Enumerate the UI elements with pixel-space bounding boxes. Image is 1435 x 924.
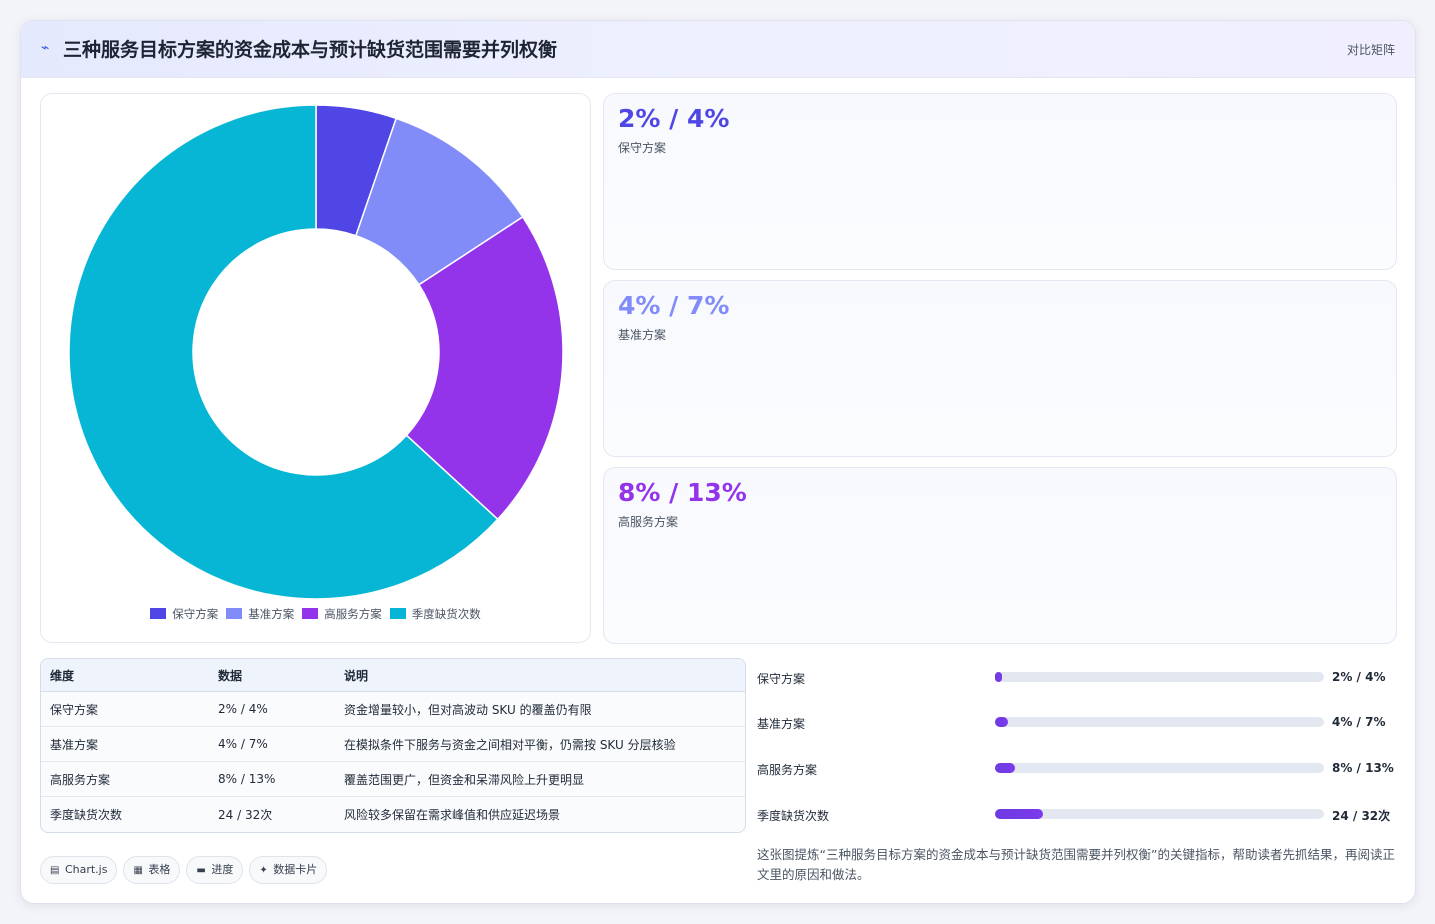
table-row: 保守方案 2% / 4% 资金增量较小，但对高波动 SKU 的覆盖仍有限 (41, 691, 745, 727)
donut-chart (68, 104, 564, 599)
table-cell: 4% / 7% (209, 726, 335, 762)
tag-label: 数据卡片 (273, 863, 318, 876)
table-cell: 覆盖范围更广，但资金和呆滞风险上升更明显 (335, 761, 745, 797)
legend-item[interactable]: 季度缺货次数 (389, 606, 481, 622)
column-header: 说明 (335, 659, 745, 692)
legend-swatch (226, 608, 243, 619)
table-cell: 24 / 32次 (218, 807, 273, 822)
chart-legend: 保守方案 基准方案 高服务方案 季度缺货次数 (41, 606, 590, 622)
stat-card-baseline: 4% / 7% 基准方案 (603, 280, 1397, 457)
table-icon: ▦ (133, 865, 143, 876)
stat-label: 高服务方案 (618, 515, 679, 529)
column-header: 数据 (209, 659, 335, 692)
progress-fill (995, 672, 1002, 682)
stat-value: 8% / 13% (618, 478, 747, 507)
stat-value: 4% / 7% (618, 291, 730, 320)
table-header-row: 维度 数据 说明 (41, 659, 745, 692)
legend-item[interactable]: 高服务方案 (302, 606, 382, 622)
progress-label: 基准方案 (757, 717, 806, 731)
table-cell: 高服务方案 (41, 761, 209, 797)
tag-data-cards[interactable]: ✦ 数据卡片 (249, 856, 328, 884)
progress-row-high-service: 高服务方案 8% / 13% (757, 758, 1397, 778)
table-cell: 8% / 13% (209, 761, 335, 797)
tag-chartjs[interactable]: ▤ Chart.js (40, 856, 118, 884)
progress-label: 季度缺货次数 (757, 809, 830, 823)
progress-fill (995, 763, 1015, 773)
tag-table[interactable]: ▦ 表格 (123, 856, 181, 884)
stat-card-conservative: 2% / 4% 保守方案 (603, 93, 1397, 270)
view-badge[interactable]: 对比矩阵 (1347, 41, 1395, 58)
progress-value: 8% / 13% (1332, 761, 1394, 775)
progress-value: 2% / 4% (1332, 670, 1386, 684)
table-cell: 保守方案 (41, 691, 209, 727)
progress-value: 24 / 32次 (1332, 809, 1391, 823)
column-header: 维度 (41, 659, 209, 692)
legend-label: 高服务方案 (324, 607, 382, 621)
progress-fill (995, 717, 1009, 727)
progress-row-conservative: 保守方案 2% / 4% (757, 667, 1397, 687)
progress-track (995, 809, 1324, 819)
table-cell: 在模拟条件下服务与资金之间相对平衡，仍需按 SKU 分层核验 (335, 726, 745, 762)
table-cell: 基准方案 (41, 726, 209, 762)
header-bar: ⌁ 三种服务目标方案的资金成本与预计缺货范围需要并列权衡 对比矩阵 (21, 21, 1415, 78)
progress-track (995, 672, 1324, 682)
legend-label: 保守方案 (172, 607, 219, 621)
legend-label: 基准方案 (248, 607, 295, 621)
stat-value: 2% / 4% (618, 104, 730, 133)
progress-track (995, 717, 1324, 727)
progress-row-baseline: 基准方案 4% / 7% (757, 712, 1397, 732)
stat-label: 保守方案 (618, 141, 667, 155)
tag-label: 表格 (148, 863, 171, 876)
progress-row-stockouts: 季度缺货次数 24 / 32次 (757, 804, 1397, 824)
table-row: 季度缺货次数 24 / 32次 风险较多保留在需求峰值和供应延迟场景 (41, 797, 745, 832)
table-cell: 季度缺货次数 (50, 807, 123, 822)
progress-value: 4% / 7% (1332, 715, 1386, 729)
legend-swatch (302, 608, 319, 619)
stat-card-high-service: 8% / 13% 高服务方案 (603, 467, 1397, 644)
legend-swatch (389, 608, 406, 619)
progress-track (995, 763, 1324, 773)
table-cell: 风险较多保留在需求峰值和供应延迟场景 (344, 807, 561, 822)
progress-fill (995, 809, 1043, 819)
dashboard-panel: ⌁ 三种服务目标方案的资金成本与预计缺货范围需要并列权衡 对比矩阵 保守方案 基准… (20, 20, 1416, 904)
legend-label: 季度缺货次数 (411, 607, 481, 621)
donut-chart-card: 保守方案 基准方案 高服务方案 季度缺货次数 (40, 93, 591, 643)
table-row: 高服务方案 8% / 13% 覆盖范围更广，但资金和呆滞风险上升更明显 (41, 761, 745, 797)
tag-list: ▤ Chart.js ▦ 表格 ▬ 进度 ✦ 数据卡片 (40, 856, 333, 884)
comparison-table: 维度 数据 说明 保守方案 2% / 4% 资金增量较小，但对高波动 SKU 的… (40, 658, 746, 833)
legend-swatch (150, 608, 167, 619)
summary-text: 这张图提炼“三种服务目标方案的资金成本与预计缺货范围需要并列权衡”的关键指标，帮… (757, 847, 1395, 882)
chart-icon: ▤ (50, 865, 60, 876)
sparkle-icon: ✦ (259, 865, 268, 876)
stat-label: 基准方案 (618, 328, 667, 342)
table-cell: 2% / 4% (209, 691, 335, 727)
progress-label: 高服务方案 (757, 763, 818, 777)
table-cell: 资金增量较小，但对高波动 SKU 的覆盖仍有限 (335, 691, 745, 727)
bolt-icon: ⌁ (41, 40, 50, 56)
table-row: 基准方案 4% / 7% 在模拟条件下服务与资金之间相对平衡，仍需按 SKU 分… (41, 726, 745, 762)
legend-item[interactable]: 基准方案 (226, 606, 294, 622)
progress-icon: ▬ (196, 865, 206, 876)
tag-label: Chart.js (64, 863, 108, 876)
tag-label: 进度 (211, 863, 234, 876)
legend-item[interactable]: 保守方案 (150, 606, 218, 622)
progress-label: 保守方案 (757, 672, 806, 686)
page-title: 三种服务目标方案的资金成本与预计缺货范围需要并列权衡 (63, 39, 558, 61)
tag-progress[interactable]: ▬ 进度 (186, 856, 244, 884)
